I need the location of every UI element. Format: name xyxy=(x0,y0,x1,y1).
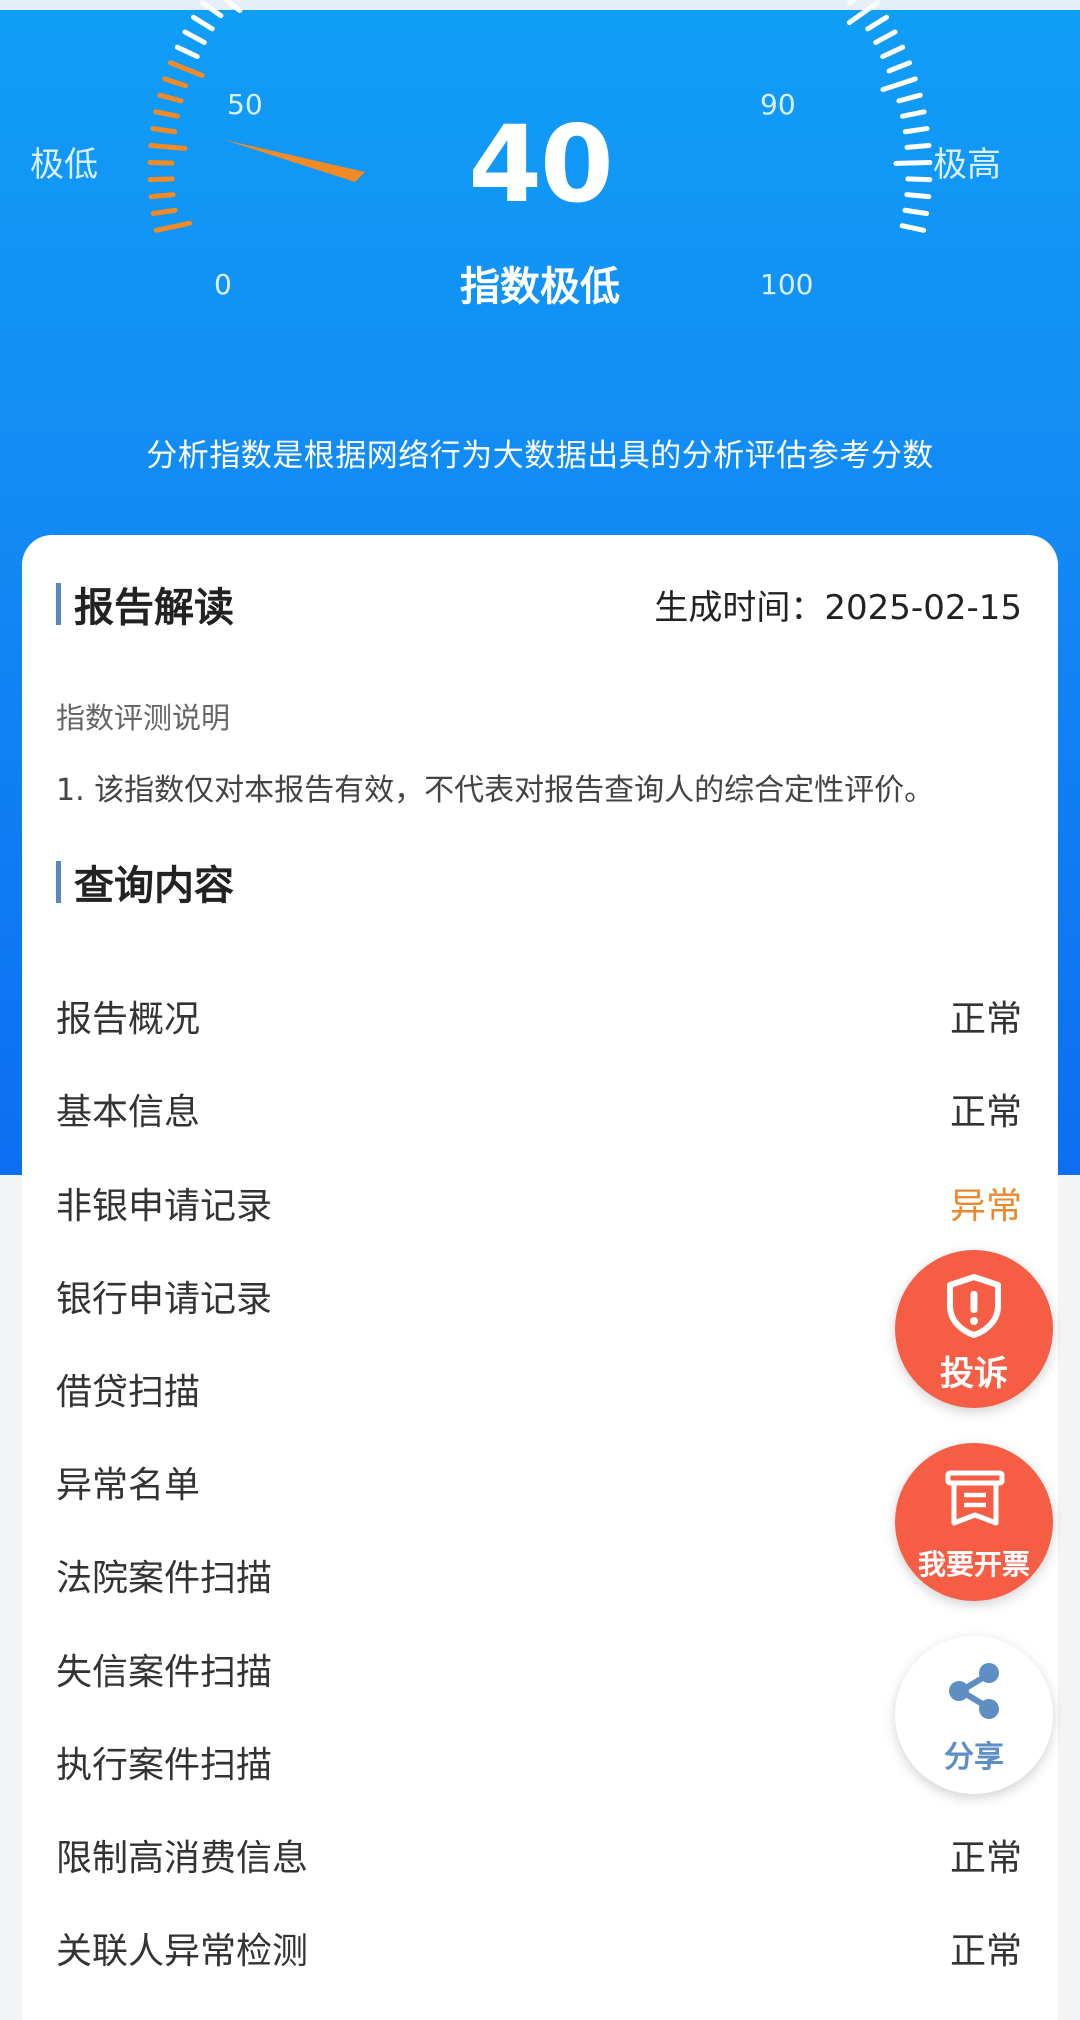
gauge-tick-mark xyxy=(174,44,200,60)
gauge-tick-mark xyxy=(865,14,889,32)
gauge-tick-mark xyxy=(182,29,207,45)
gauge-tick-100: 100 xyxy=(760,268,814,301)
list-item-label: 法院案件扫描 xyxy=(56,1558,273,1599)
gauge-tick-mark xyxy=(191,14,215,32)
gauge-tick-mark xyxy=(150,126,178,135)
list-item-high-consumption-limit[interactable]: 限制高消费信息 正常 xyxy=(56,1829,1022,1889)
gauge-tick-mark xyxy=(904,192,932,200)
status-text: 正常 xyxy=(949,1092,1022,1133)
score-value: 40 xyxy=(468,103,614,226)
gauge-tick-50: 50 xyxy=(227,88,263,121)
gauge-tick-mark xyxy=(899,223,927,233)
gauge-tick-90: 90 xyxy=(760,88,796,121)
gauge-tick-mark xyxy=(902,207,930,217)
share-button[interactable]: 分享 xyxy=(895,1636,1053,1794)
gauge-tick-mark xyxy=(904,143,932,150)
gauge-tick-mark xyxy=(200,0,224,19)
gauge-needle xyxy=(225,140,365,182)
gauge-tick-mark xyxy=(846,0,880,26)
list-item-dishonest-cases[interactable]: 失信案件扫描 xyxy=(56,1643,1022,1703)
complaint-button[interactable]: 投诉 xyxy=(895,1250,1053,1408)
gauge-tick-mark xyxy=(896,92,923,104)
report-card: 报告解读 生成时间：2025-02-15 指数评测说明 1. 该指数仅对本报告有… xyxy=(22,535,1058,2020)
gauge-tick-mark xyxy=(153,220,193,233)
gauge-tick-mark xyxy=(893,160,933,166)
score-description: 分析指数是根据网络行为大数据出具的分析评估参考分数 xyxy=(146,438,934,474)
share-icon xyxy=(949,1663,999,1719)
gauge-tick-mark xyxy=(153,109,180,119)
gauge-tick-0: 0 xyxy=(214,268,232,301)
gauge-max-label: 极高 xyxy=(933,145,1001,185)
gauge-tick-mark xyxy=(157,92,184,104)
list-item-label: 报告概况 xyxy=(56,999,201,1040)
gauge-tick-mark xyxy=(147,176,175,183)
invoice-button[interactable]: 我要开票 xyxy=(895,1443,1053,1601)
list-item-label: 执行案件扫描 xyxy=(56,1745,273,1786)
index-note-text: 1. 该指数仅对本报告有效，不代表对报告查询人的综合定性评价。 xyxy=(56,773,935,808)
list-item-abnormal-list[interactable]: 异常名单 xyxy=(56,1456,1022,1516)
shield-alert-icon xyxy=(947,1274,1001,1338)
gauge-tick-mark xyxy=(900,109,927,119)
list-item-label: 基本信息 xyxy=(56,1092,201,1133)
gauge-tick-mark xyxy=(880,44,906,60)
list-item-related-person-check[interactable]: 关联人异常检测 正常 xyxy=(56,1922,1022,1982)
status-text: 正常 xyxy=(949,1838,1022,1879)
status-text: 异常 xyxy=(949,1186,1022,1227)
list-item-label: 非银申请记录 xyxy=(56,1186,273,1227)
list-item-label: 限制高消费信息 xyxy=(56,1838,309,1879)
gauge-tick-mark xyxy=(847,0,858,6)
gauge-tick-mark xyxy=(147,160,175,166)
list-item-enforcement-cases[interactable]: 执行案件扫描 xyxy=(56,1736,1022,1796)
gauge-tick-mark xyxy=(148,143,188,151)
list-item-report-overview[interactable]: 报告概况 正常 xyxy=(56,990,1022,1050)
report-section-title: 报告解读 xyxy=(56,575,234,633)
gauge-tick-mark xyxy=(168,60,205,78)
score-label: 指数极低 xyxy=(460,264,620,310)
list-item-nonbank-applications[interactable]: 非银申请记录 异常 xyxy=(56,1177,1022,1237)
list-item-basic-info[interactable]: 基本信息 正常 xyxy=(56,1083,1022,1143)
gauge-tick-mark xyxy=(880,76,918,93)
gauge-tick-mark xyxy=(162,76,189,89)
index-note-title: 指数评测说明 xyxy=(56,701,231,735)
gauge-tick-mark xyxy=(873,29,898,45)
list-item-label: 借贷扫描 xyxy=(56,1372,201,1413)
gauge-min-label: 极低 xyxy=(30,145,98,185)
gauge-tick-mark xyxy=(150,207,178,217)
list-item-label: 银行申请记录 xyxy=(56,1279,273,1320)
gauge-right-ticks xyxy=(846,0,933,233)
gauge-tick-mark xyxy=(148,192,176,200)
list-item-label: 失信案件扫描 xyxy=(56,1652,273,1693)
gauge-tick-mark xyxy=(902,126,930,135)
gauge-tick-mark xyxy=(905,176,933,183)
gauge-tick-mark xyxy=(886,60,912,74)
status-text: 正常 xyxy=(949,1931,1022,1972)
list-item-label: 异常名单 xyxy=(56,1465,201,1506)
list-item-label: 关联人异常检测 xyxy=(56,1931,309,1972)
generated-time: 生成时间：2025-02-15 xyxy=(654,588,1022,628)
query-section-title: 查询内容 xyxy=(56,853,234,911)
invoice-icon xyxy=(945,1470,1005,1526)
list-item-court-cases[interactable]: 法院案件扫描 xyxy=(56,1549,1022,1609)
gauge-tick-mark xyxy=(222,0,243,14)
invoice-label: 我要开票 xyxy=(917,1548,1030,1581)
share-label: 分享 xyxy=(944,1740,1004,1775)
list-item-bank-applications[interactable]: 银行申请记录 xyxy=(56,1270,1022,1330)
status-text: 正常 xyxy=(949,999,1022,1040)
complaint-label: 投诉 xyxy=(940,1354,1008,1394)
list-item-loan-scan[interactable]: 借贷扫描 xyxy=(56,1363,1022,1423)
